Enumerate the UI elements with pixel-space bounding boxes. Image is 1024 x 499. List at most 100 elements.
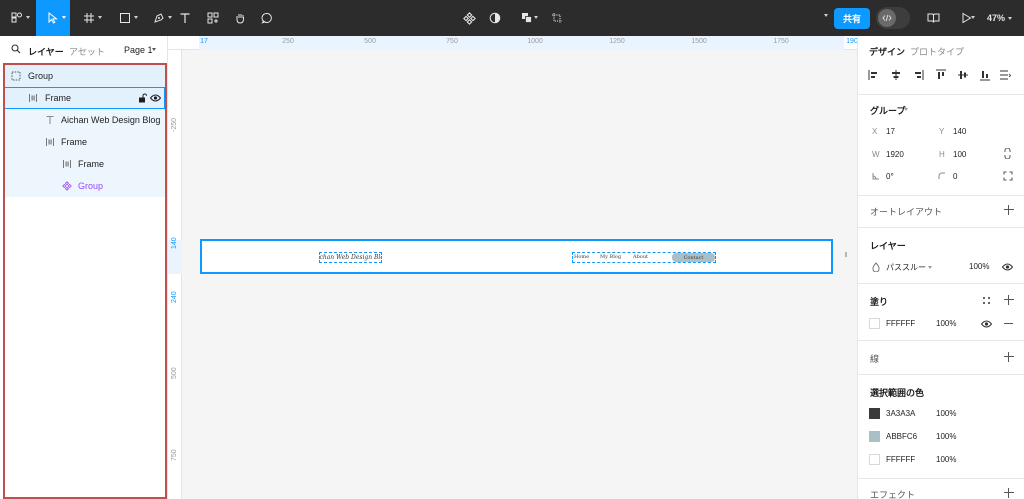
ruler-tick-label: -250 xyxy=(171,117,178,132)
distribute-icon[interactable] xyxy=(999,69,1011,81)
selection-color-hex[interactable]: FFFFFF xyxy=(886,455,915,464)
share-button[interactable]: 共有 xyxy=(834,8,870,29)
text-tool-button[interactable] xyxy=(174,0,196,36)
rotation-angle-icon xyxy=(872,173,879,180)
add-auto-layout-icon[interactable] xyxy=(1004,205,1014,215)
selection-color-hex[interactable]: 3A3A3A xyxy=(886,409,915,418)
contact-button[interactable]: Contact xyxy=(672,253,715,262)
hand-icon xyxy=(236,14,244,24)
frame-tool-button[interactable] xyxy=(72,0,106,36)
blog-title-text[interactable]: Aichan Web Design Blog xyxy=(319,252,382,263)
crop-button[interactable] xyxy=(546,0,568,36)
contrast-half-circle-icon xyxy=(489,12,501,24)
w-input[interactable]: 1920 xyxy=(886,150,904,159)
crop-frame-icon xyxy=(552,13,562,23)
layers-panel: レイヤー アセット Page 1 Group Frame Aichan Web … xyxy=(0,36,168,499)
align-right-icon[interactable] xyxy=(912,69,924,81)
zoom-level-dropdown[interactable]: 47% xyxy=(987,0,1013,36)
nav-item-home[interactable]: Home xyxy=(574,254,589,260)
present-options-caret-icon[interactable] xyxy=(824,14,828,17)
nav-item-my-blog[interactable]: My Blog xyxy=(600,254,621,260)
shape-tool-button[interactable] xyxy=(108,0,142,36)
selection-colors-title: 選択範囲の色 xyxy=(870,388,925,398)
canvas[interactable] xyxy=(183,51,857,499)
toolbar: 共有 47% xyxy=(0,0,1024,36)
divider xyxy=(858,195,1024,196)
ruler-tick-label: 140 xyxy=(171,237,178,249)
add-stroke-icon[interactable] xyxy=(1004,352,1014,362)
independent-corners-icon[interactable] xyxy=(1003,171,1013,181)
nav-item-about[interactable]: About xyxy=(633,254,648,260)
constrain-proportions-icon[interactable] xyxy=(1003,148,1012,159)
style-grid-icon[interactable] xyxy=(982,296,991,305)
ruler-tick-label: 1000 xyxy=(527,38,543,45)
ruler-tick-label: 1750 xyxy=(773,38,789,45)
ruler-tick-label: 500 xyxy=(171,367,178,379)
x-input[interactable]: 17 xyxy=(886,127,895,136)
tab-prototype[interactable]: プロトタイプ xyxy=(910,45,964,58)
pen-tool-button[interactable] xyxy=(142,0,176,36)
move-tool-button[interactable] xyxy=(36,0,70,36)
hand-tool-button[interactable] xyxy=(229,0,251,36)
boolean-union-icon xyxy=(522,13,532,23)
selection-color-swatch[interactable] xyxy=(869,408,880,419)
eye-icon[interactable] xyxy=(1002,263,1013,271)
divider xyxy=(858,340,1024,341)
chevron-down-icon[interactable] xyxy=(152,48,156,51)
ruler-tick-label: 750 xyxy=(171,449,178,461)
align-top-icon[interactable] xyxy=(935,69,947,81)
selected-header-frame[interactable]: Aichan Web Design Blog Home My Blog Abou… xyxy=(200,239,833,274)
align-horizontal-center-icon[interactable] xyxy=(890,69,902,81)
tab-assets[interactable]: アセット xyxy=(69,45,105,58)
ruler-tick-label: 1500 xyxy=(691,38,707,45)
rotation-input[interactable]: 0° xyxy=(886,172,894,181)
align-left-icon[interactable] xyxy=(868,69,880,81)
resources-button[interactable] xyxy=(202,0,224,36)
h-input[interactable]: 100 xyxy=(953,150,966,159)
tab-design[interactable]: デザイン xyxy=(869,45,905,58)
fill-color-swatch[interactable] xyxy=(869,318,880,329)
cursor-arrow-icon xyxy=(48,12,58,24)
fill-opacity-input[interactable]: 100% xyxy=(936,319,956,328)
add-fill-icon[interactable] xyxy=(1004,295,1014,305)
eye-icon[interactable] xyxy=(981,320,992,328)
align-vertical-center-icon[interactable] xyxy=(957,69,969,81)
selection-color-opacity[interactable]: 100% xyxy=(936,409,956,418)
ruler-selection-band xyxy=(199,36,844,50)
nav-group[interactable]: Home My Blog About Contact xyxy=(572,252,716,263)
ruler-tick-label: 1250 xyxy=(609,38,625,45)
chevron-down-icon[interactable] xyxy=(928,266,932,269)
resize-handle[interactable] xyxy=(845,252,847,257)
layer-opacity-input[interactable]: 100% xyxy=(969,262,989,271)
stroke-section-title: 線 xyxy=(870,354,880,364)
fill-hex-input[interactable]: FFFFFF xyxy=(886,319,915,328)
boolean-button[interactable] xyxy=(512,0,542,36)
search-icon[interactable] xyxy=(11,44,21,54)
corner-radius-input[interactable]: 0 xyxy=(953,172,957,181)
y-input[interactable]: 140 xyxy=(953,127,966,136)
selection-color-opacity[interactable]: 100% xyxy=(936,455,956,464)
divider xyxy=(858,478,1024,479)
create-component-button[interactable] xyxy=(458,0,480,36)
chevron-down-icon[interactable] xyxy=(904,108,908,111)
selection-color-hex[interactable]: ABBFC6 xyxy=(886,432,917,441)
dev-mode-toggle[interactable] xyxy=(876,7,910,29)
present-button[interactable] xyxy=(953,0,979,36)
library-button[interactable] xyxy=(922,0,944,36)
selection-color-opacity[interactable]: 100% xyxy=(936,432,956,441)
align-bottom-icon[interactable] xyxy=(979,69,991,81)
group-section-title[interactable]: グループ xyxy=(870,104,905,117)
add-effect-icon[interactable] xyxy=(1004,488,1014,498)
tab-layers[interactable]: レイヤー xyxy=(28,45,64,58)
selection-color-swatch[interactable] xyxy=(869,454,880,465)
page-selector[interactable]: Page 1 xyxy=(124,45,153,55)
blend-mode-dropdown[interactable]: パススルー xyxy=(886,262,926,273)
y-label: Y xyxy=(939,127,945,136)
selection-color-swatch[interactable] xyxy=(869,431,880,442)
mask-button[interactable] xyxy=(484,0,506,36)
component-diamond-icon xyxy=(462,11,476,25)
effects-section-title: エフェクト xyxy=(870,490,916,499)
comment-tool-button[interactable] xyxy=(256,0,278,36)
main-menu-button[interactable] xyxy=(0,0,34,36)
remove-fill-icon[interactable] xyxy=(1004,323,1013,325)
